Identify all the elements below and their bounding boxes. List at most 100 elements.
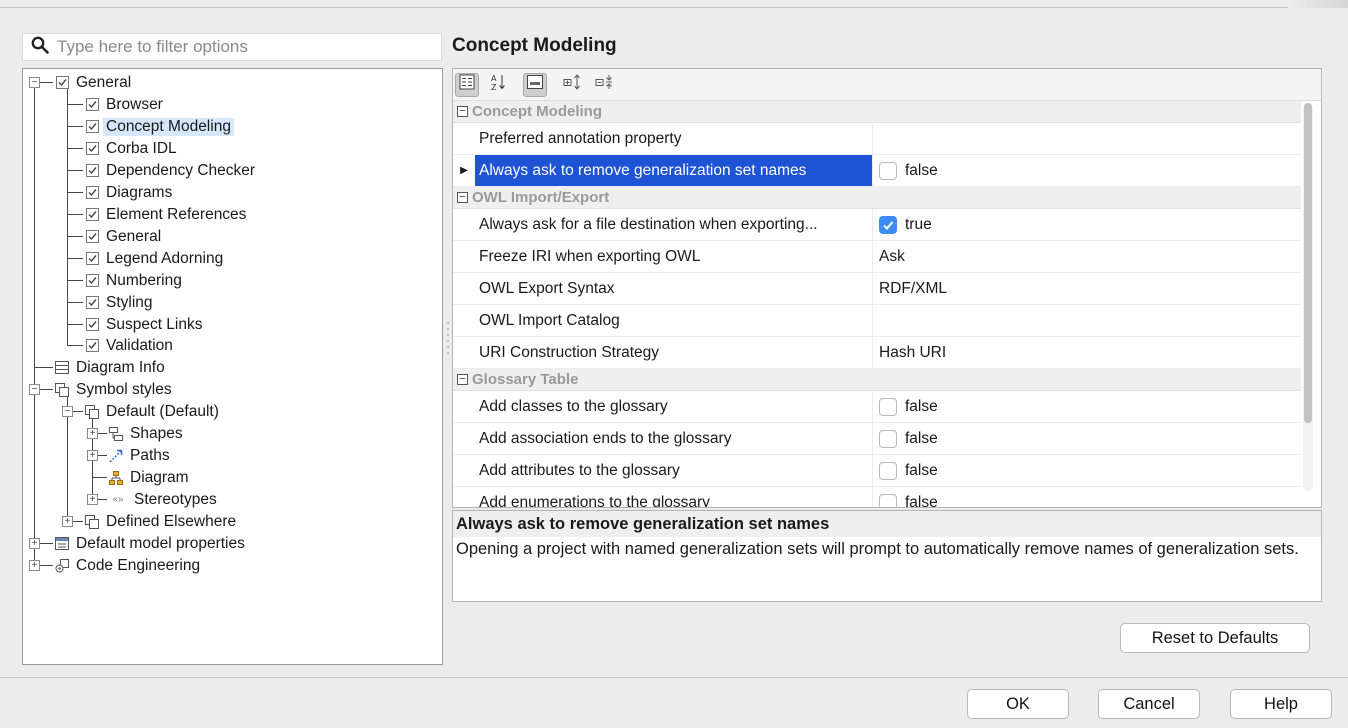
value-checkbox[interactable]	[879, 397, 897, 416]
category-owl-import-export[interactable]: − OWL Import/Export	[453, 187, 1301, 209]
collapse-symbol-styles-toggle[interactable]: −	[29, 384, 40, 395]
ok-button[interactable]: OK	[967, 689, 1069, 719]
property-value[interactable]: false	[873, 455, 1301, 486]
tree-item-diagram[interactable]: Diagram	[109, 467, 192, 488]
categorized-view-icon	[459, 74, 475, 95]
checkbox-icon	[85, 230, 99, 244]
tree-item-concept-modeling[interactable]: Concept Modeling	[85, 116, 234, 137]
expand-defined-elsewhere-toggle[interactable]: +	[62, 516, 73, 527]
categorized-view-button[interactable]	[455, 72, 479, 97]
cancel-button[interactable]: Cancel	[1098, 689, 1200, 719]
tree-item-legend-adorning[interactable]: Legend Adorning	[85, 248, 226, 269]
property-toolbar: AZ	[453, 69, 1321, 101]
tree-item-dependency-checker[interactable]: Dependency Checker	[85, 160, 258, 181]
property-row[interactable]: Freeze IRI when exporting OWL Ask	[453, 241, 1301, 273]
property-value[interactable]: false	[873, 155, 1301, 186]
splitter-grip[interactable]	[446, 320, 450, 360]
property-value[interactable]: false	[873, 391, 1301, 422]
checkbox-icon	[85, 164, 99, 178]
property-row-selected[interactable]: ▶ Always ask to remove generalization se…	[453, 155, 1301, 187]
property-scrollbar[interactable]	[1303, 103, 1313, 491]
property-value[interactable]: Ask	[873, 241, 1301, 272]
expand-all-button[interactable]	[561, 73, 585, 97]
property-value[interactable]: true	[873, 209, 1301, 240]
code-engineering-icon	[55, 558, 69, 573]
property-row[interactable]: Add attributes to the glossary false	[453, 455, 1301, 487]
tree-item-code-engineering[interactable]: Code Engineering	[55, 555, 203, 576]
tree-item-symbol-styles[interactable]: Symbol styles	[55, 379, 175, 400]
reset-to-defaults-button[interactable]: Reset to Defaults	[1120, 623, 1310, 653]
category-concept-modeling[interactable]: − Concept Modeling	[453, 101, 1301, 123]
property-value[interactable]: Hash URI	[873, 337, 1301, 368]
description-toggle-button[interactable]	[523, 72, 547, 97]
tree-item-general-child[interactable]: General	[85, 226, 164, 247]
property-value[interactable]	[873, 305, 1301, 336]
property-value[interactable]: false	[873, 487, 1301, 507]
value-checkbox[interactable]	[879, 493, 897, 507]
collapse-all-icon	[595, 74, 615, 95]
tree-item-styling[interactable]: Styling	[85, 292, 156, 313]
expand-paths-toggle[interactable]: +	[87, 450, 98, 461]
property-value[interactable]: false	[873, 423, 1301, 454]
properties-table-icon	[55, 537, 69, 551]
value-checkbox[interactable]	[879, 429, 897, 448]
expand-shapes-toggle[interactable]: +	[87, 428, 98, 439]
tree-item-validation[interactable]: Validation	[85, 335, 176, 356]
scrollbar-thumb[interactable]	[1304, 103, 1312, 423]
property-name: OWL Import Catalog	[475, 305, 873, 336]
property-name: Add association ends to the glossary	[475, 423, 873, 454]
help-button[interactable]: Help	[1230, 689, 1332, 719]
property-name: Always ask for a file destination when e…	[475, 209, 873, 240]
tree-item-corba-idl[interactable]: Corba IDL	[85, 138, 180, 159]
category-glossary-table[interactable]: − Glossary Table	[453, 369, 1301, 391]
tree-item-defined-elsewhere[interactable]: Defined Elsewhere	[85, 511, 239, 532]
path-arrow-icon	[109, 449, 123, 463]
sort-alphabetically-icon: AZ	[490, 73, 508, 96]
property-row[interactable]: Always ask for a file destination when e…	[453, 209, 1301, 241]
property-name: Add attributes to the glossary	[475, 455, 873, 486]
tree-item-browser[interactable]: Browser	[85, 94, 166, 115]
property-row[interactable]: Preferred annotation property	[453, 123, 1301, 155]
tree-item-shapes[interactable]: Shapes	[109, 423, 186, 444]
property-grid: − Concept Modeling Preferred annotation …	[453, 101, 1301, 507]
property-row[interactable]: URI Construction Strategy Hash URI	[453, 337, 1301, 369]
collapse-default-toggle[interactable]: −	[62, 406, 73, 417]
description-panel: Always ask to remove generalization set …	[452, 510, 1322, 602]
property-row[interactable]: Add classes to the glossary false	[453, 391, 1301, 423]
tree-item-diagram-info[interactable]: Diagram Info	[55, 357, 168, 378]
value-checkbox-checked[interactable]	[879, 215, 897, 234]
tree-item-default[interactable]: Default (Default)	[85, 401, 222, 422]
property-sheet: AZ − Concept Modeling Preferred annotati…	[452, 68, 1322, 508]
options-tree: − − − + + + + + + General Browser Concep…	[22, 68, 443, 665]
checkbox-icon	[85, 98, 99, 112]
tree-item-numbering[interactable]: Numbering	[85, 270, 185, 291]
property-row[interactable]: OWL Export Syntax RDF/XML	[453, 273, 1301, 305]
collapse-general-toggle[interactable]: −	[29, 77, 40, 88]
tree-item-stereotypes[interactable]: «» Stereotypes	[109, 489, 220, 510]
value-checkbox[interactable]	[879, 461, 897, 480]
value-checkbox[interactable]	[879, 161, 897, 180]
expand-stereotypes-toggle[interactable]: +	[87, 494, 98, 505]
tree-item-element-references[interactable]: Element References	[85, 204, 249, 225]
property-value[interactable]	[873, 123, 1301, 154]
sort-alphabetically-button[interactable]: AZ	[487, 73, 511, 97]
expand-code-engineering-toggle[interactable]: +	[29, 560, 40, 571]
collapse-all-button[interactable]	[593, 73, 617, 97]
stacked-frames-icon	[55, 382, 69, 397]
tree-item-diagrams[interactable]: Diagrams	[85, 182, 175, 203]
row-pointer-icon: ▶	[460, 165, 468, 176]
property-value[interactable]: RDF/XML	[873, 273, 1301, 304]
tree-item-default-model-properties[interactable]: Default model properties	[55, 533, 248, 554]
page-title: Concept Modeling	[452, 35, 617, 56]
property-row[interactable]: Add association ends to the glossary fal…	[453, 423, 1301, 455]
tree-item-suspect-links[interactable]: Suspect Links	[85, 314, 206, 335]
stacked-frames-icon	[85, 404, 99, 419]
tree-item-general[interactable]: General	[55, 72, 134, 93]
filter-input[interactable]	[55, 36, 435, 58]
tree-item-paths[interactable]: Paths	[109, 445, 173, 466]
property-row[interactable]: Add enumerations to the glossary false	[453, 487, 1301, 507]
expand-default-model-properties-toggle[interactable]: +	[29, 538, 40, 549]
property-row[interactable]: OWL Import Catalog	[453, 305, 1301, 337]
expand-all-icon	[563, 74, 583, 95]
description-toggle-icon	[527, 75, 543, 94]
